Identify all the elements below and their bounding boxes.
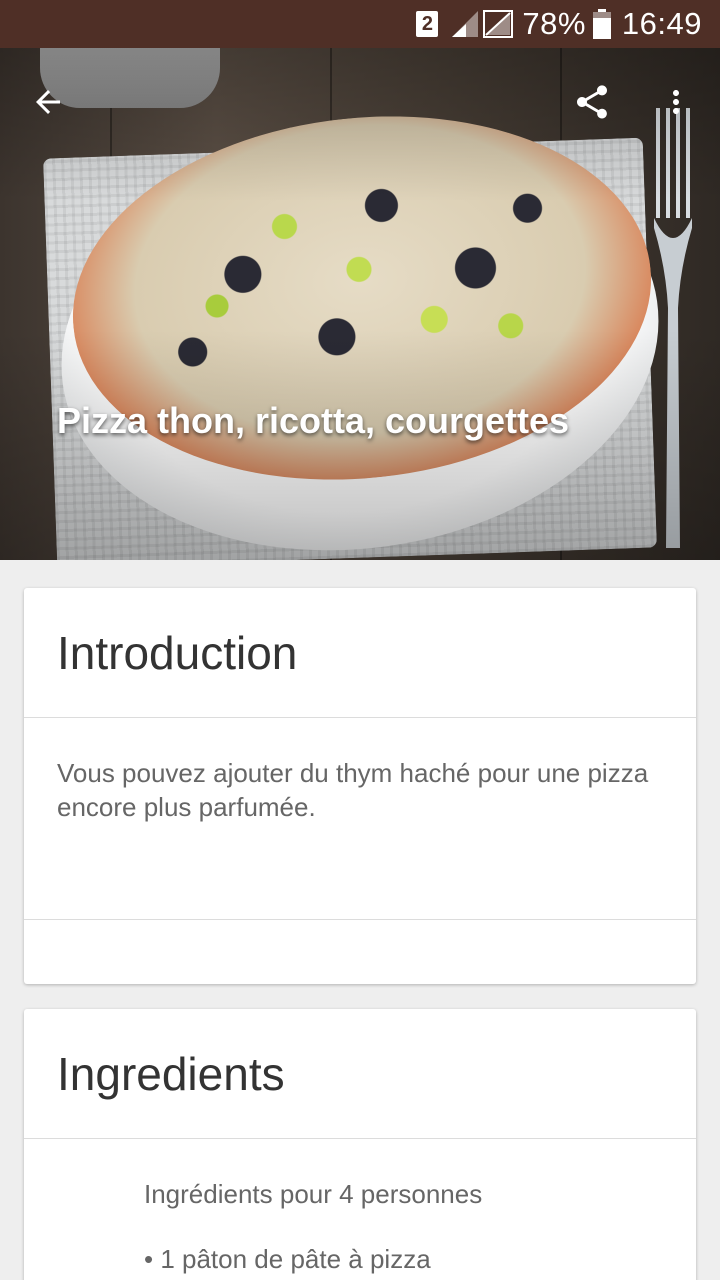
ingredients-servings: Ingrédients pour 4 personnes xyxy=(144,1179,483,1209)
clock: 16:49 xyxy=(621,6,702,41)
back-arrow-icon xyxy=(36,90,60,114)
introduction-header: Introduction xyxy=(24,588,696,718)
share-icon xyxy=(577,85,607,119)
more-options-button[interactable] xyxy=(656,78,696,126)
ingredients-body: Ingrédients pour 4 personnes • 1 pâton d… xyxy=(24,1139,696,1275)
more-vert-icon xyxy=(673,90,679,114)
status-bar: 2 78% 16:49 xyxy=(0,0,720,48)
battery-percent: 78% xyxy=(522,6,586,41)
ingredients-title: Ingredients xyxy=(57,1047,285,1100)
sim-badge: 2 xyxy=(416,11,439,37)
back-button[interactable] xyxy=(24,78,72,126)
introduction-text: Vous pouvez ajouter du thym haché pour u… xyxy=(24,718,696,920)
introduction-card: Introduction Vous pouvez ajouter du thym… xyxy=(24,588,696,984)
ingredients-header: Ingredients xyxy=(24,1009,696,1139)
ingredients-card: Ingredients Ingrédients pour 4 personnes… xyxy=(24,1009,696,1280)
hero-image: Pizza thon, ricotta, courgettes xyxy=(0,48,720,560)
ingredient-item: • 1 pâton de pâte à pizza xyxy=(144,1244,431,1274)
recipe-title: Pizza thon, ricotta, courgettes xyxy=(57,400,570,441)
share-button[interactable] xyxy=(568,78,616,126)
signal-icon xyxy=(452,10,514,38)
introduction-title: Introduction xyxy=(57,626,298,679)
battery-icon xyxy=(592,9,611,39)
